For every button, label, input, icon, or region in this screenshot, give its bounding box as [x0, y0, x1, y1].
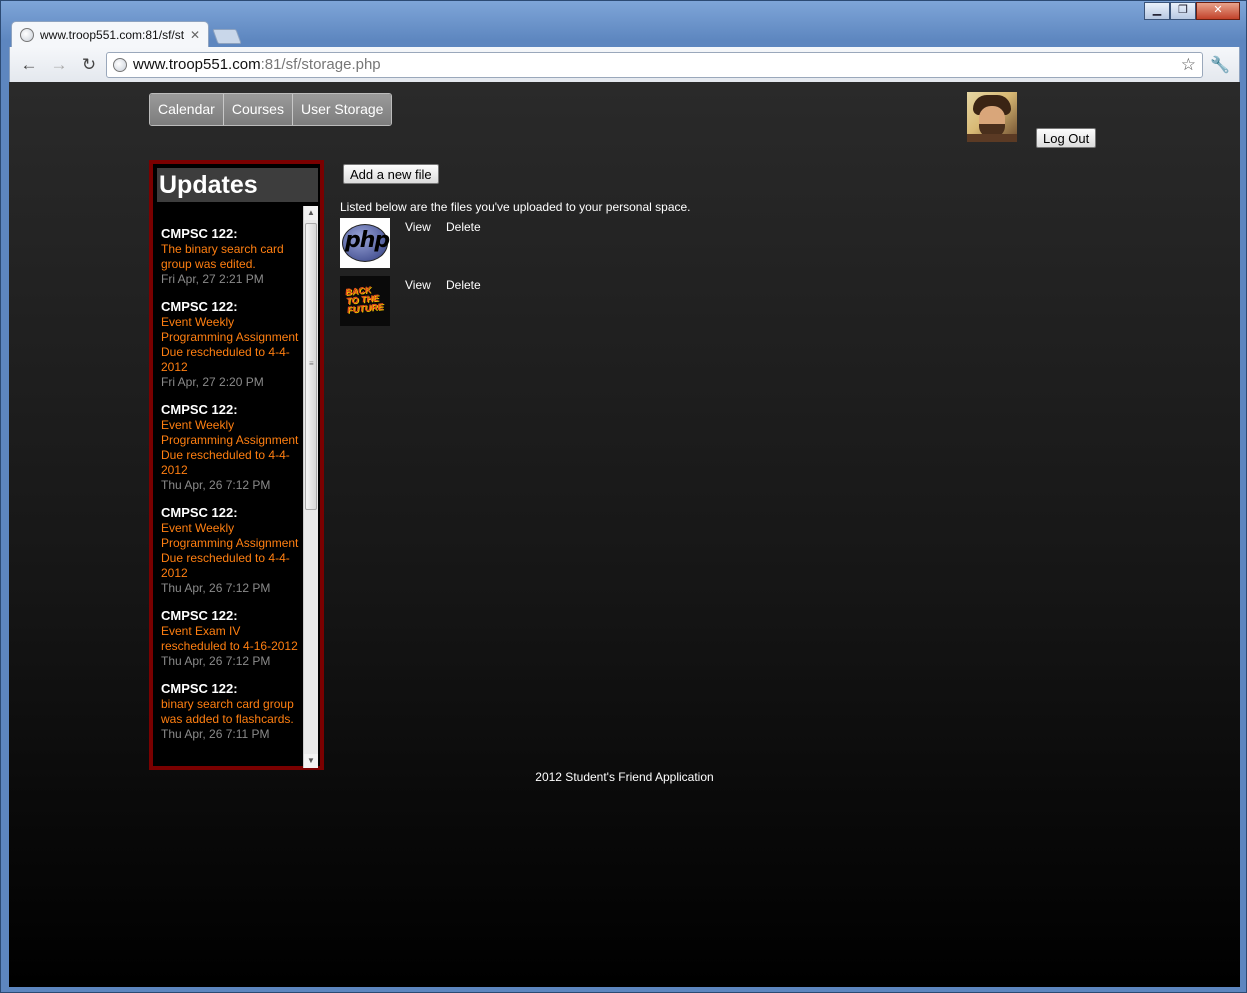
update-course: CMPSC 122: [161, 505, 238, 520]
update-item: CMPSC 122: Event Exam IV rescheduled to … [161, 608, 302, 669]
minimize-icon[interactable]: ▁ [1144, 2, 1170, 20]
globe-icon [20, 27, 34, 42]
update-time: Thu Apr, 26 7:12 PM [161, 581, 271, 595]
nav-tab-calendar[interactable]: Calendar [150, 94, 224, 125]
back-arrow-icon[interactable]: ← [16, 53, 42, 77]
view-link[interactable]: View [405, 278, 431, 292]
page-footer: 2012 Student's Friend Application [535, 770, 714, 784]
php-file-thumbnail[interactable]: php [340, 218, 390, 268]
updates-scrollbar[interactable]: ▲ ≡ ▼ [303, 206, 318, 768]
update-message: Event Weekly Programming Assignment Due … [161, 418, 299, 477]
delete-link[interactable]: Delete [446, 278, 481, 292]
nav-tab-courses[interactable]: Courses [223, 94, 293, 125]
user-avatar [967, 92, 1017, 142]
updates-title: Updates [157, 168, 318, 202]
update-time: Thu Apr, 26 7:11 PM [161, 727, 270, 741]
update-item: CMPSC 122: Event Weekly Programming Assi… [161, 505, 302, 596]
grip-icon: ≡ [309, 359, 314, 368]
update-course: CMPSC 122: [161, 299, 238, 314]
browser-window: ▁ ❐ ✕ www.troop551.com:81/sf/st ✕ ← → ↻ … [0, 0, 1247, 993]
page-globe-icon [113, 57, 127, 72]
update-item: CMPSC 122: The binary search card group … [161, 226, 302, 287]
delete-link[interactable]: Delete [446, 220, 481, 234]
update-message: binary search card group was added to fl… [161, 697, 294, 726]
update-course: CMPSC 122: [161, 608, 238, 623]
bookmark-star-icon[interactable]: ☆ [1181, 55, 1196, 75]
update-message: The binary search card group was edited. [161, 242, 284, 271]
window-controls: ▁ ❐ ✕ [1144, 2, 1240, 20]
url-host: www.troop551.com [133, 56, 261, 73]
bttf-logo-text: BACK TO THE FUTURE [344, 284, 384, 316]
wrench-menu-icon[interactable]: 🔧 [1207, 55, 1233, 75]
close-window-icon[interactable]: ✕ [1196, 2, 1240, 20]
view-link[interactable]: View [405, 220, 431, 234]
main-nav: Calendar Courses User Storage [149, 93, 393, 126]
storage-intro-text: Listed below are the files you've upload… [340, 200, 691, 214]
new-tab-button[interactable] [212, 29, 242, 44]
nav-tab-user-storage[interactable]: User Storage [292, 94, 392, 125]
update-course: CMPSC 122: [161, 681, 238, 696]
update-course: CMPSC 122: [161, 226, 238, 241]
update-message: Event Exam IV rescheduled to 4-16-2012 [161, 624, 298, 653]
address-bar[interactable]: www.troop551.com:81/sf/storage.php ☆ [106, 51, 1203, 78]
reload-icon[interactable]: ↻ [76, 53, 102, 77]
url-path: :81/sf/storage.php [260, 56, 381, 73]
scroll-down-icon[interactable]: ▼ [304, 754, 318, 768]
tab-strip: www.troop551.com:81/sf/st ✕ [11, 21, 242, 47]
file-row: php View Delete [340, 218, 640, 268]
update-message: Event Weekly Programming Assignment Due … [161, 521, 299, 580]
browser-tab[interactable]: www.troop551.com:81/sf/st ✕ [11, 21, 209, 47]
scrollbar-thumb[interactable]: ≡ [305, 223, 317, 510]
browser-toolbar: ← → ↻ www.troop551.com:81/sf/storage.php… [9, 47, 1240, 82]
update-time: Fri Apr, 27 2:21 PM [161, 272, 264, 286]
update-time: Fri Apr, 27 2:20 PM [161, 375, 264, 389]
update-time: Thu Apr, 26 7:12 PM [161, 654, 271, 668]
tab-title: www.troop551.com:81/sf/st [40, 27, 184, 42]
maximize-icon[interactable]: ❐ [1170, 2, 1196, 20]
update-time: Thu Apr, 26 7:12 PM [161, 478, 271, 492]
php-logo-text: php [345, 228, 390, 253]
update-course: CMPSC 122: [161, 402, 238, 417]
image-file-thumbnail[interactable]: BACK TO THE FUTURE [340, 276, 390, 326]
add-new-file-button[interactable]: Add a new file [343, 164, 439, 184]
scroll-up-icon[interactable]: ▲ [304, 206, 318, 220]
update-item: CMPSC 122: binary search card group was … [161, 681, 302, 742]
file-row: BACK TO THE FUTURE View Delete [340, 276, 640, 326]
updates-list: CMPSC 122: The binary search card group … [157, 206, 302, 766]
update-message: Event Weekly Programming Assignment Due … [161, 315, 299, 374]
log-out-button[interactable]: Log Out [1036, 128, 1097, 148]
update-item: CMPSC 122: Event Weekly Programming Assi… [161, 299, 302, 390]
forward-arrow-icon[interactable]: → [46, 53, 72, 77]
page-viewport: Calendar Courses User Storage Log Out Up… [9, 82, 1240, 987]
update-item: CMPSC 122: Event Weekly Programming Assi… [161, 402, 302, 493]
tab-close-icon[interactable]: ✕ [190, 28, 200, 42]
updates-panel: Updates CMPSC 122: The binary search car… [149, 160, 324, 770]
